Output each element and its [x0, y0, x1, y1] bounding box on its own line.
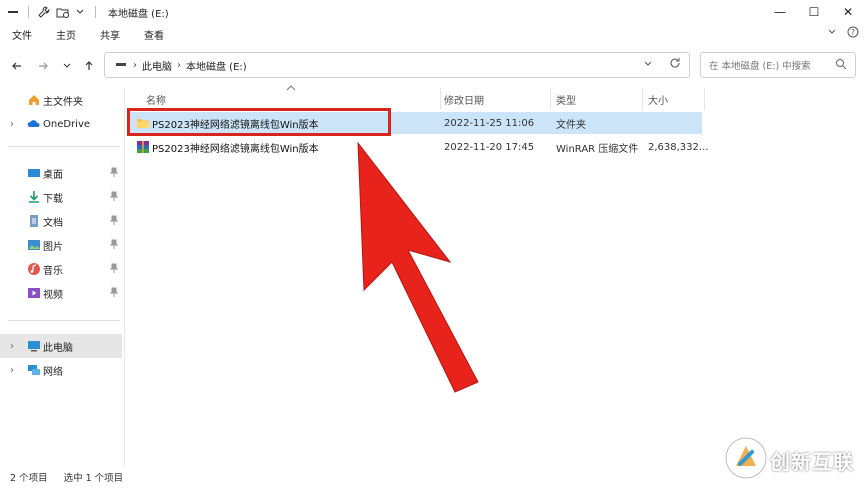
item-count: 2 个项目	[10, 473, 48, 484]
watermark-logo: 创新互联	[722, 430, 862, 486]
annotation-arrow-icon	[357, 141, 479, 393]
watermark-text: 创新互联	[770, 450, 854, 474]
selection-count: 选中 1 个项目	[63, 473, 124, 484]
watermark-logo-icon	[725, 437, 767, 479]
